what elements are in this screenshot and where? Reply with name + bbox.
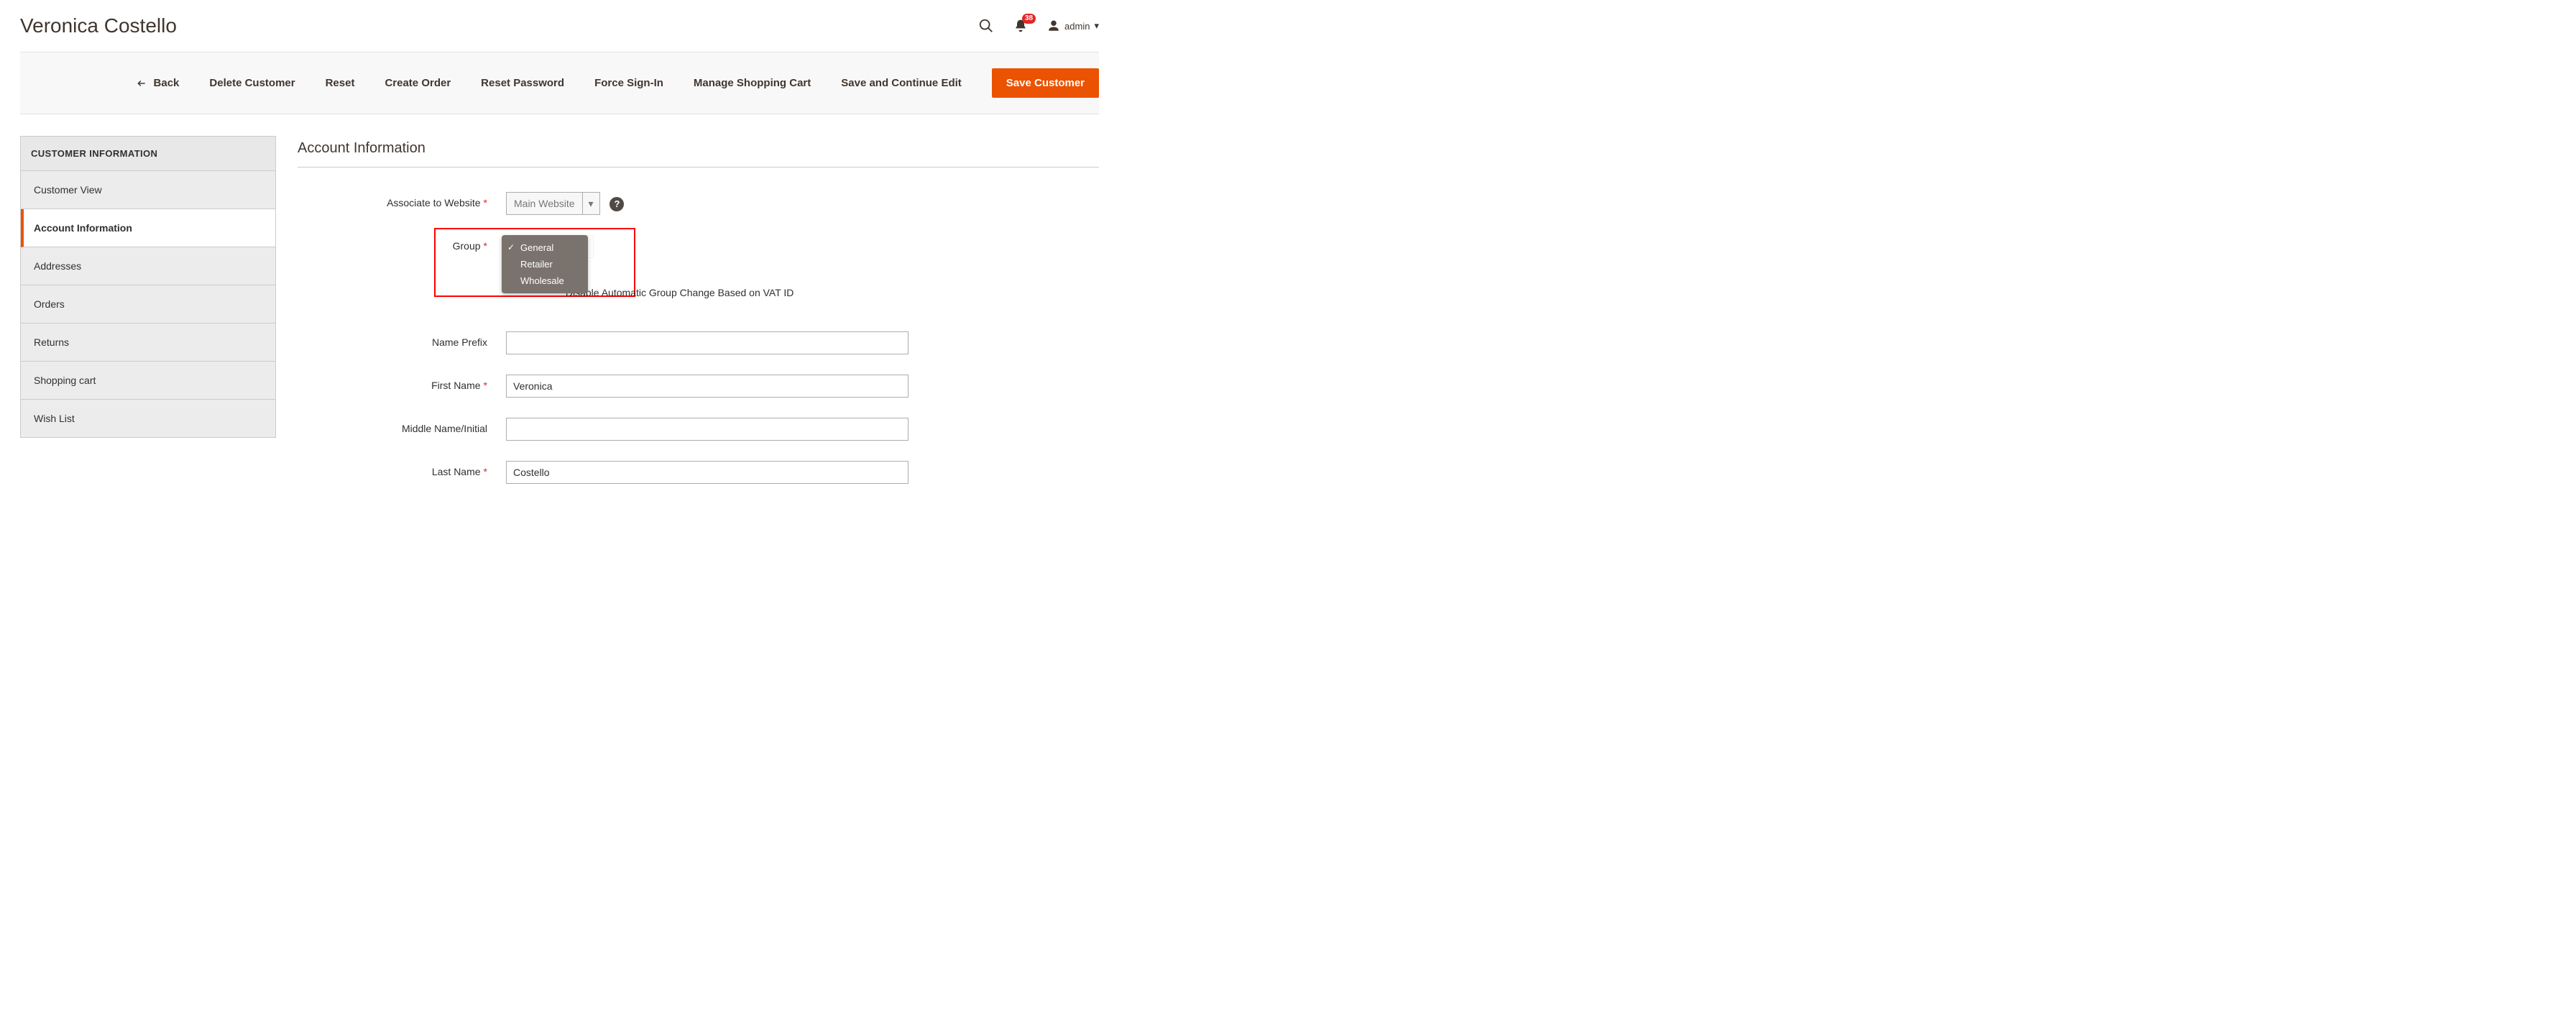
- group-label: Group*: [298, 235, 506, 252]
- force-signin-button[interactable]: Force Sign-In: [594, 77, 663, 89]
- sidebar-item-shopping-cart[interactable]: Shopping cart: [21, 362, 275, 400]
- sidebar-item-returns[interactable]: Returns: [21, 324, 275, 362]
- back-label: Back: [154, 77, 180, 89]
- sidebar-item-orders[interactable]: Orders: [21, 285, 275, 324]
- associate-website-label: Associate to Website*: [298, 192, 506, 208]
- caret-down-icon: ▾: [1094, 20, 1099, 32]
- save-continue-button[interactable]: Save and Continue Edit: [841, 77, 962, 89]
- search-icon[interactable]: [978, 18, 994, 34]
- group-option-general[interactable]: General: [502, 239, 588, 256]
- sidebar: CUSTOMER INFORMATION Customer View Accou…: [20, 136, 276, 438]
- create-order-button[interactable]: Create Order: [385, 77, 451, 89]
- required-mark: *: [484, 466, 487, 477]
- first-name-input[interactable]: [506, 375, 908, 398]
- save-customer-button[interactable]: Save Customer: [992, 68, 1099, 98]
- row-first-name: First Name*: [298, 375, 1099, 398]
- row-name-prefix: Name Prefix: [298, 331, 1099, 354]
- admin-user-label: admin: [1064, 21, 1090, 32]
- top-icons: 38 admin ▾: [978, 18, 1099, 34]
- sidebar-item-account-information[interactable]: Account Information: [21, 209, 275, 247]
- group-option-wholesale[interactable]: Wholesale: [502, 272, 588, 289]
- notifications-badge: 38: [1022, 14, 1036, 24]
- last-name-input[interactable]: [506, 461, 908, 484]
- required-mark: *: [484, 197, 487, 208]
- sidebar-item-customer-view[interactable]: Customer View: [21, 171, 275, 209]
- middle-name-input[interactable]: [506, 418, 908, 441]
- row-last-name: Last Name*: [298, 461, 1099, 484]
- group-dropdown: General Retailer Wholesale: [502, 235, 588, 293]
- delete-customer-button[interactable]: Delete Customer: [209, 77, 295, 89]
- topbar: Veronica Costello 38 admin ▾: [20, 10, 1099, 52]
- sidebar-title: CUSTOMER INFORMATION: [21, 137, 275, 171]
- help-icon[interactable]: ?: [610, 197, 624, 211]
- actionbar: Back Delete Customer Reset Create Order …: [20, 52, 1099, 114]
- row-group: Group* General ▾ General Retailer Wholes…: [298, 235, 1099, 298]
- group-auto-change-label: Disable Automatic Group Change Based on …: [566, 287, 794, 298]
- associate-website-value: Main Website: [507, 198, 582, 209]
- group-control: General ▾ General Retailer Wholesale Dis…: [506, 235, 908, 298]
- name-prefix-label: Name Prefix: [298, 331, 506, 348]
- name-prefix-input[interactable]: [506, 331, 908, 354]
- manage-cart-button[interactable]: Manage Shopping Cart: [694, 77, 811, 89]
- last-name-label: Last Name*: [298, 461, 506, 477]
- section-title: Account Information: [298, 140, 1099, 168]
- back-button[interactable]: Back: [135, 77, 180, 89]
- reset-button[interactable]: Reset: [326, 77, 355, 89]
- content-columns: CUSTOMER INFORMATION Customer View Accou…: [20, 136, 1099, 484]
- first-name-label: First Name*: [298, 375, 506, 391]
- associate-website-control: Main Website ▾ ?: [506, 192, 908, 215]
- middle-name-label: Middle Name/Initial: [298, 418, 506, 434]
- page-title: Veronica Costello: [20, 14, 177, 37]
- row-middle-name: Middle Name/Initial: [298, 418, 1099, 441]
- associate-website-select[interactable]: Main Website ▾: [506, 192, 600, 215]
- notifications-icon[interactable]: 38: [1013, 18, 1029, 34]
- group-option-retailer[interactable]: Retailer: [502, 256, 588, 272]
- chevron-down-icon: ▾: [582, 193, 599, 214]
- required-mark: *: [484, 240, 487, 252]
- row-associate-website: Associate to Website* Main Website ▾ ?: [298, 192, 1099, 215]
- sidebar-item-wish-list[interactable]: Wish List: [21, 400, 275, 438]
- sidebar-item-addresses[interactable]: Addresses: [21, 247, 275, 285]
- admin-user-menu[interactable]: admin ▾: [1047, 19, 1099, 32]
- reset-password-button[interactable]: Reset Password: [481, 77, 564, 89]
- required-mark: *: [484, 380, 487, 391]
- main: Account Information Associate to Website…: [298, 136, 1099, 484]
